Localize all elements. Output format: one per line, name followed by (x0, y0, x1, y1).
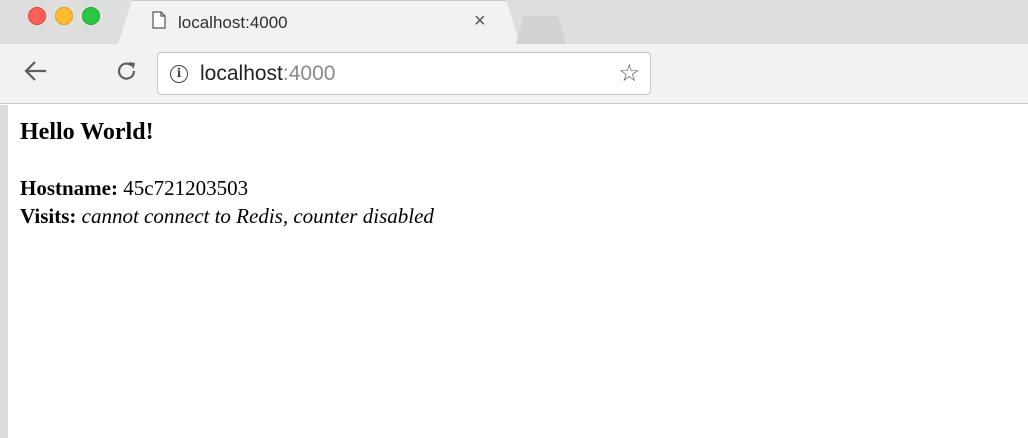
visits-value: cannot connect to Redis, counter disable… (81, 204, 434, 228)
tab-localhost[interactable]: localhost:4000 × (118, 0, 520, 44)
hostname-line: Hostname: 45c721203503 (20, 174, 1028, 202)
info-icon[interactable]: i (170, 65, 188, 83)
visits-line: Visits: cannot connect to Redis, counter… (20, 202, 1028, 230)
reload-icon[interactable] (116, 60, 138, 86)
url-text: localhost:4000 (200, 62, 335, 86)
address-bar[interactable]: i localhost:4000 ☆ (157, 52, 651, 95)
page-content: Hello World! Hostname: 45c721203503 Visi… (0, 105, 1028, 438)
browser-window: localhost:4000 × i localhost:4000 ☆ Hell… (0, 0, 1028, 438)
minimize-window-button[interactable] (55, 7, 73, 25)
close-window-button[interactable] (28, 7, 46, 25)
back-icon[interactable] (24, 60, 48, 86)
close-icon[interactable]: × (474, 10, 486, 33)
maximize-window-button[interactable] (82, 7, 100, 25)
tab-strip: localhost:4000 × (0, 0, 1028, 44)
window-controls (28, 7, 100, 25)
bookmark-star-icon[interactable]: ☆ (618, 59, 640, 88)
url-host: localhost (200, 62, 283, 85)
page-icon (152, 11, 166, 34)
url-port: :4000 (282, 62, 336, 85)
tab-title: localhost:4000 (178, 12, 288, 32)
hostname-label: Hostname: (20, 176, 118, 200)
new-tab-button[interactable] (516, 16, 566, 44)
hostname-value: 45c721203503 (123, 176, 249, 200)
visits-label: Visits: (20, 204, 77, 228)
toolbar: i localhost:4000 ☆ (0, 44, 1028, 104)
page-title: Hello World! (20, 119, 154, 145)
